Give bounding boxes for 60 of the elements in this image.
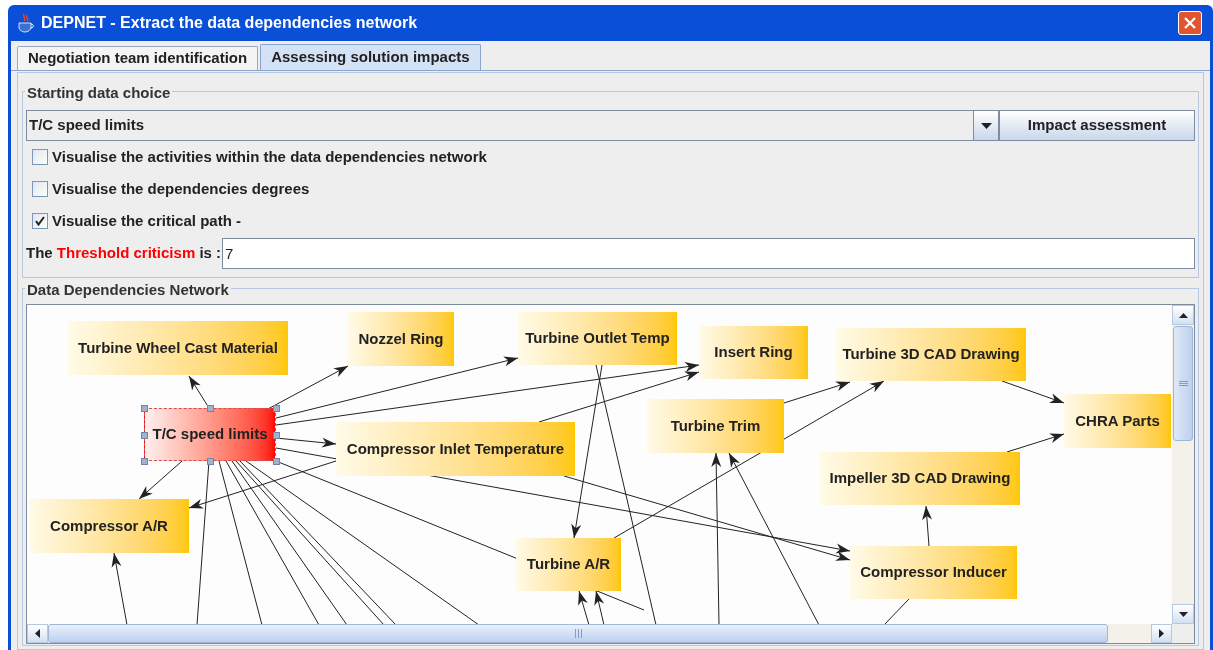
network-node[interactable]: Impeller 3D CAD Drawing: [820, 452, 1020, 505]
arrow: [594, 590, 605, 624]
network-node[interactable]: Compressor Inlet Temperature: [336, 422, 575, 476]
scroll-up-button[interactable]: [1172, 305, 1194, 325]
network-node[interactable]: Turbine A/R: [516, 538, 621, 591]
network-node[interactable]: Turbine Wheel Cast Material: [68, 321, 288, 375]
left-arrow-icon: [35, 629, 40, 638]
tab[interactable]: Negotiation team identification: [17, 46, 259, 70]
resize-handle[interactable]: [141, 458, 148, 465]
arrow: [1006, 433, 1065, 453]
close-icon: [1184, 17, 1196, 29]
network-node[interactable]: T/C speed limits: [144, 408, 276, 461]
threshold-input-field[interactable]: 7: [222, 237, 1195, 269]
resize-handle[interactable]: [273, 431, 280, 439]
close-button[interactable]: [1178, 11, 1202, 35]
network-node[interactable]: Turbine 3D CAD Drawing: [836, 328, 1026, 381]
network-node[interactable]: Turbine Trim: [647, 399, 784, 453]
checkbox-label: Visualise the activities within the data dependencies network: [52, 146, 487, 167]
network-node[interactable]: Insert Ring: [699, 326, 808, 379]
checkbox[interactable]: [32, 181, 48, 197]
scroll-left-button[interactable]: [27, 624, 48, 643]
coffee-cup-icon: [17, 13, 35, 33]
arrow: [922, 505, 933, 547]
grip-icon: [1178, 381, 1188, 386]
network-node[interactable]: Compressor Inducer: [850, 546, 1017, 599]
dropdown-arrow-button[interactable]: [973, 111, 998, 140]
resize-handle[interactable]: [141, 405, 148, 412]
network-node[interactable]: Turbine Outlet Temp: [518, 312, 677, 365]
caret-icon: [980, 122, 992, 129]
down-arrow-icon: [1178, 611, 1188, 617]
network-node[interactable]: CHRA Parts: [1064, 394, 1171, 448]
arrow: [578, 590, 590, 624]
connector-line: [883, 598, 910, 624]
scroll-right-button[interactable]: [1151, 624, 1172, 643]
resize-handle[interactable]: [273, 405, 280, 412]
network-node[interactable]: Nozzel Ring: [348, 312, 454, 366]
right-arrow-icon: [1159, 629, 1164, 638]
scroll-thumb[interactable]: [1173, 326, 1193, 441]
vertical-scrollbar[interactable]: [1172, 305, 1194, 624]
tab[interactable]: Assessing solution impacts: [260, 44, 481, 70]
checkbox-label: Visualise the critical path -: [52, 210, 241, 231]
resize-handle[interactable]: [207, 405, 214, 412]
dropdown-value: T/C speed limits: [28, 115, 146, 136]
scroll-down-button[interactable]: [1172, 604, 1194, 624]
threshold-label: The Threshold criticism is :: [26, 242, 223, 263]
checkbox[interactable]: [32, 213, 48, 229]
window-title: DEPNET - Extract the data dependencies network: [41, 13, 419, 33]
grip-icon: [574, 629, 582, 638]
checkbox-label: Visualise the dependencies degrees: [52, 178, 310, 199]
resize-handle[interactable]: [207, 458, 214, 465]
arrow: [1001, 380, 1065, 404]
resize-handle[interactable]: [141, 431, 148, 439]
arrow: [138, 460, 183, 500]
up-arrow-icon: [1178, 312, 1188, 318]
network-node[interactable]: Compressor A/R: [29, 499, 189, 553]
impact-assessment-button[interactable]: Impact assessment: [999, 110, 1195, 141]
starting-data-dropdown[interactable]: T/C speed limits: [26, 110, 999, 141]
checkbox[interactable]: [32, 149, 48, 165]
resize-handle[interactable]: [273, 458, 280, 465]
arrow: [111, 552, 128, 624]
